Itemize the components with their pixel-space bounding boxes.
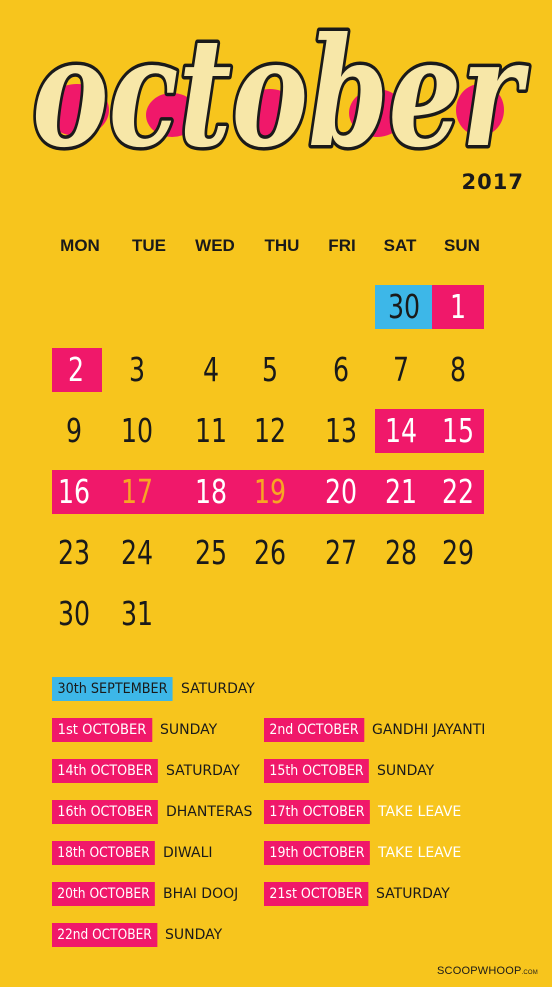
legend-description: SUNDAY xyxy=(160,722,218,738)
legend-date-tag: 19th OCTOBER xyxy=(264,841,370,865)
day-cell[interactable]: 1 xyxy=(431,287,485,327)
legend-description: TAKE LEAVE xyxy=(378,845,462,861)
day-cell[interactable]: 27 xyxy=(314,533,368,573)
legend-item: 19th OCTOBER TAKE LEAVE xyxy=(264,841,461,865)
legend-date-tag: 15th OCTOBER xyxy=(264,759,369,783)
day-cell[interactable]: 4 xyxy=(184,350,238,390)
day-cell[interactable]: 18 xyxy=(184,472,238,512)
day-cell[interactable]: 9 xyxy=(47,411,101,451)
legend-item: 2nd OCTOBER GANDHI JAYANTI xyxy=(264,718,485,742)
day-cell[interactable]: 30 xyxy=(377,287,431,327)
calendar-wallpaper: october 2017 MON TUE WED THU FRI SAT SUN… xyxy=(0,0,552,987)
legend-item: 17th OCTOBER TAKE LEAVE xyxy=(264,800,461,824)
legend-description: DHANTERAS xyxy=(166,804,253,820)
legend-item: 30th SEPTEMBER SATURDAY xyxy=(52,677,255,701)
legend-date-tag: 18th OCTOBER xyxy=(52,841,155,865)
day-cell[interactable]: 31 xyxy=(110,594,164,634)
legend-description: SATURDAY xyxy=(376,886,450,902)
day-cell[interactable]: 15 xyxy=(431,411,485,451)
legend-item: 20th OCTOBER BHAI DOOJ xyxy=(52,882,238,906)
legend-description: SUNDAY xyxy=(165,927,223,943)
legend-description: TAKE LEAVE xyxy=(378,804,462,820)
day-cell[interactable]: 25 xyxy=(184,533,238,573)
legend-item: 16th OCTOBER DHANTERAS xyxy=(52,800,252,824)
legend-item: 14th OCTOBER SATURDAY xyxy=(52,759,240,783)
day-cell[interactable]: 20 xyxy=(314,472,368,512)
legend-date-tag: 21st OCTOBER xyxy=(264,882,368,906)
day-cell[interactable]: 16 xyxy=(47,472,101,512)
legend-description: SATURDAY xyxy=(181,681,255,697)
day-cell[interactable]: 10 xyxy=(110,411,164,451)
legend-date-tag: 1st OCTOBER xyxy=(52,718,152,742)
day-cell[interactable]: 13 xyxy=(314,411,368,451)
day-cell[interactable]: 22 xyxy=(431,472,485,512)
legend-description: SUNDAY xyxy=(377,763,435,779)
legend-description: DIWALI xyxy=(163,845,213,861)
legend-date-tag: 17th OCTOBER xyxy=(264,800,370,824)
calendar-grid: 30 1 2 3 4 5 6 7 8 9 10 11 12 13 14 15 1… xyxy=(0,0,552,987)
day-cell[interactable]: 24 xyxy=(110,533,164,573)
day-cell[interactable]: 17 xyxy=(110,472,164,512)
legend-item: 15th OCTOBER SUNDAY xyxy=(264,759,434,783)
day-cell[interactable]: 7 xyxy=(374,350,428,390)
brand-name: SCOOPWHOOP xyxy=(437,965,522,977)
day-cell[interactable]: 19 xyxy=(243,472,297,512)
legend-item: 18th OCTOBER DIWALI xyxy=(52,841,213,865)
legend-date-tag: 14th OCTOBER xyxy=(52,759,158,783)
day-cell[interactable]: 28 xyxy=(374,533,428,573)
legend-description: SATURDAY xyxy=(166,763,240,779)
day-cell[interactable]: 3 xyxy=(110,350,164,390)
day-cell[interactable]: 14 xyxy=(374,411,428,451)
day-cell[interactable]: 12 xyxy=(243,411,297,451)
legend-item: 22nd OCTOBER SUNDAY xyxy=(52,923,222,947)
day-cell[interactable]: 30 xyxy=(47,594,101,634)
legend-item: 21st OCTOBER SATURDAY xyxy=(264,882,450,906)
legend-description: GANDHI JAYANTI xyxy=(372,722,486,738)
day-cell[interactable]: 6 xyxy=(314,350,368,390)
brand-suffix: .COM xyxy=(521,970,538,976)
day-cell[interactable]: 23 xyxy=(47,533,101,573)
legend-date-tag: 20th OCTOBER xyxy=(52,882,155,906)
legend-date-tag: 30th SEPTEMBER xyxy=(52,677,173,701)
legend-date-tag: 22nd OCTOBER xyxy=(52,923,157,947)
day-cell[interactable]: 5 xyxy=(243,350,297,390)
day-cell[interactable]: 2 xyxy=(49,350,103,390)
legend-date-tag: 2nd OCTOBER xyxy=(264,718,364,742)
day-cell[interactable]: 29 xyxy=(431,533,485,573)
day-cell[interactable]: 21 xyxy=(374,472,428,512)
day-cell[interactable]: 11 xyxy=(184,411,238,451)
brand-logo: SCOOPWHOOP.COM xyxy=(437,965,538,977)
legend-item: 1st OCTOBER SUNDAY xyxy=(52,718,217,742)
day-cell[interactable]: 8 xyxy=(431,350,485,390)
day-cell[interactable]: 26 xyxy=(243,533,297,573)
legend-description: BHAI DOOJ xyxy=(163,886,239,902)
legend-date-tag: 16th OCTOBER xyxy=(52,800,158,824)
